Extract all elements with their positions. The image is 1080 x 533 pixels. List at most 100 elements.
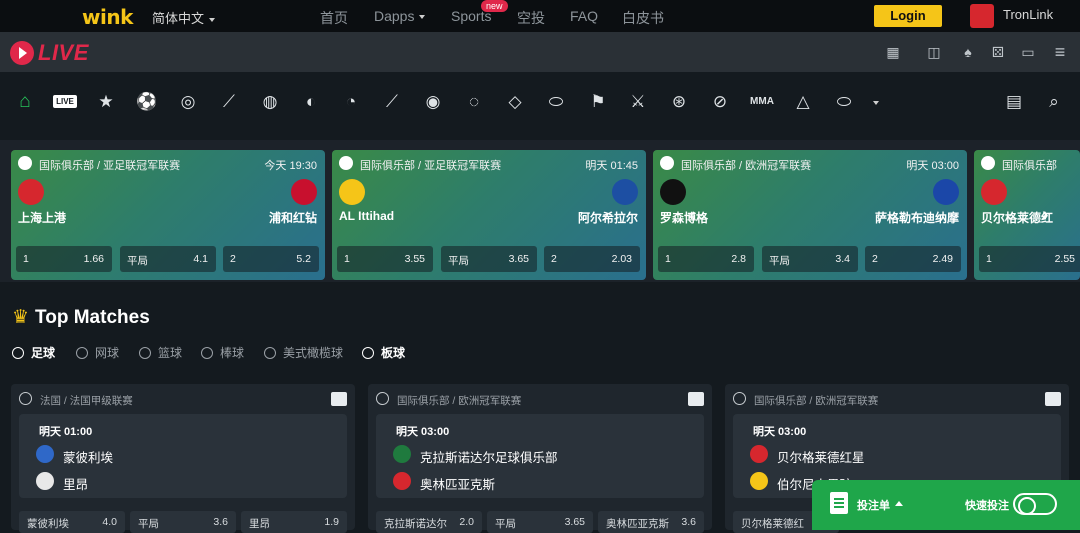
more-icon[interactable] — [873, 101, 879, 105]
stats-icon[interactable] — [688, 392, 704, 406]
match-card[interactable]: 国际俱乐部 / 欧洲冠军联赛 明天 03:00 克拉斯诺达尔足球俱乐部 奥林匹亚… — [368, 384, 712, 533]
odds-button-away[interactable]: 2 2.49 — [865, 246, 961, 272]
stats-icon[interactable] — [1045, 392, 1061, 406]
tronlink-label[interactable]: TronLink — [1003, 7, 1053, 22]
top-matches-label: Top Matches — [35, 307, 150, 328]
tab-cricket[interactable]: 板球 — [362, 344, 405, 361]
chevron-right-icon[interactable]: › — [1042, 204, 1049, 227]
match-teams-panel[interactable]: 明天 01:00 蒙彼利埃 里昂 — [19, 414, 347, 498]
odds-key: 平局 — [448, 255, 469, 267]
odds-value: 3.6 — [681, 516, 696, 528]
match-time: 明天 03:00 — [396, 426, 450, 438]
odds-key: 奥林匹亚克斯 — [606, 518, 669, 530]
tab-label: 棒球 — [220, 346, 245, 360]
nav-whitepaper[interactable]: 白皮书 — [622, 8, 664, 28]
login-button[interactable]: Login — [874, 5, 942, 27]
odds-value: 3.4 — [835, 253, 850, 265]
home-team: 罗森博格 — [660, 211, 709, 225]
odds-value: 3.65 — [508, 253, 529, 265]
team1-name: 蒙彼利埃 — [63, 451, 114, 465]
chevron-up-icon[interactable] — [895, 501, 903, 506]
basketball-icon[interactable]: ◍ — [259, 91, 281, 113]
tennis-icon[interactable]: ◎ — [177, 91, 199, 113]
table-tennis-icon[interactable]: ◌ — [463, 91, 485, 113]
cricket-icon[interactable]: ⟋ — [381, 91, 403, 113]
featured-card[interactable]: 国际俱乐部 / 亚足联冠军联赛 今天 19:30 上海上港 浦和红钻 1 1.66… — [11, 150, 325, 280]
home-crest-icon — [660, 179, 686, 205]
slot-machine-icon[interactable]: ▦ — [882, 42, 904, 62]
arcade-icon[interactable]: ◫ — [923, 42, 945, 62]
nav-home[interactable]: 首页 — [320, 8, 348, 28]
odds-button-draw[interactable]: 平局 4.1 — [120, 246, 216, 272]
odds-button-away[interactable]: 2 5.2 — [223, 246, 319, 272]
volleyball-icon[interactable]: ◐ — [300, 91, 322, 113]
odds-button-away[interactable]: 2 2.03 — [544, 246, 640, 272]
odds-key: 1 — [344, 253, 350, 265]
soccer-icon — [660, 156, 674, 170]
racing-flag-icon[interactable]: ⚑ — [587, 91, 609, 113]
tab-baseball[interactable]: 棒球 — [201, 344, 244, 361]
tab-label: 足球 — [31, 346, 56, 360]
team2-crest-icon — [750, 472, 768, 490]
dice-icon[interactable]: ⚄ — [987, 42, 1009, 62]
wallet-icon[interactable]: ▭ — [1017, 42, 1039, 62]
wink-logo[interactable]: wink — [82, 5, 133, 29]
cycling-icon[interactable]: ⊛ — [668, 91, 690, 113]
card-time: 明天 03:00 — [906, 160, 959, 172]
american-football-icon[interactable]: ⬭ — [833, 91, 855, 113]
team2-name: 里昂 — [63, 478, 89, 492]
featured-card[interactable]: 国际俱乐部 / 欧洲冠军联赛 明天 03:00 罗森博格 萨格勒布迪纳摩 1 2.… — [653, 150, 967, 280]
featured-card[interactable]: 国际俱乐部 贝尔格莱德红 1 2.55 — [974, 150, 1080, 280]
odds-button-home[interactable]: 1 2.8 — [658, 246, 754, 272]
tab-label: 篮球 — [158, 346, 183, 360]
odds-button-home[interactable]: 1 1.66 — [16, 246, 112, 272]
live-brand[interactable]: LIVE — [38, 40, 89, 66]
odds-button-home[interactable]: 1 3.55 — [337, 246, 433, 272]
poker-chips-icon[interactable]: ♠ — [957, 42, 979, 62]
live-icon[interactable]: LIVE — [53, 95, 77, 108]
odds-key: 2 — [872, 253, 878, 265]
menu-icon[interactable]: ≡ — [1049, 42, 1071, 62]
tab-basketball[interactable]: 篮球 — [139, 344, 182, 361]
team2-crest-icon — [36, 472, 54, 490]
featured-matches: 国际俱乐部 / 亚足联冠军联赛 今天 19:30 上海上港 浦和红钻 1 1.66… — [0, 140, 1080, 282]
tab-soccer[interactable]: 足球 — [12, 344, 55, 361]
tronlink-icon[interactable] — [970, 4, 994, 28]
betslip-bar[interactable]: 投注单 快速投注 — [812, 480, 1080, 530]
badminton-icon[interactable]: ◇ — [504, 91, 526, 113]
nav-dapps[interactable]: Dapps — [374, 8, 426, 24]
search-icon[interactable]: ⌕ — [1043, 91, 1065, 113]
soccer-icon[interactable]: ⚽ — [136, 91, 158, 113]
nav-faq[interactable]: FAQ — [570, 8, 598, 24]
billiards-icon[interactable]: △ — [792, 91, 814, 113]
match-card[interactable]: 法国 / 法国甲级联赛 明天 01:00 蒙彼利埃 里昂 蒙彼利埃 4.0 平局 3… — [11, 384, 355, 533]
hockey-icon[interactable]: ⟋ — [218, 91, 240, 113]
stats-icon[interactable] — [331, 392, 347, 406]
mma-icon[interactable]: MMA — [750, 91, 774, 113]
baseball-icon[interactable]: ◔ — [340, 91, 362, 113]
rugby-icon[interactable]: ⬭ — [545, 91, 567, 113]
cricket-icon — [362, 347, 374, 359]
odds-button-home[interactable]: 1 2.55 — [979, 246, 1080, 272]
match-time: 明天 03:00 — [753, 426, 807, 438]
home-icon[interactable]: ⌂ — [14, 91, 36, 113]
featured-card[interactable]: 国际俱乐部 / 亚足联冠军联赛 明天 01:45 AL Ittihad 阿尔希拉… — [332, 150, 646, 280]
odds-value: 5.2 — [296, 253, 311, 265]
quick-bet-toggle[interactable] — [1013, 493, 1057, 515]
betslip-label: 投注单 — [857, 500, 890, 512]
team1-crest-icon — [393, 445, 411, 463]
tab-american-football[interactable]: 美式橄榄球 — [264, 344, 343, 361]
nav-airdrop[interactable]: 空投 — [517, 8, 545, 28]
betslip-list-icon[interactable]: ▤ — [1003, 91, 1025, 113]
tab-tennis[interactable]: 网球 — [76, 344, 119, 361]
odds-button-draw[interactable]: 平局 3.4 — [762, 246, 858, 272]
esports-icon[interactable]: ⚔ — [627, 91, 649, 113]
live-logo-icon[interactable] — [10, 41, 34, 65]
language-selector[interactable]: 简体中文 — [152, 8, 216, 27]
star-icon[interactable]: ★ — [95, 91, 117, 113]
golf-icon[interactable]: ◉ — [422, 91, 444, 113]
odds-button-draw[interactable]: 平局 3.65 — [441, 246, 537, 272]
match-teams-panel[interactable]: 明天 03:00 克拉斯诺达尔足球俱乐部 奥林匹亚克斯 — [376, 414, 704, 498]
squash-icon[interactable]: ⊘ — [709, 91, 731, 113]
baseball-icon — [201, 347, 213, 359]
